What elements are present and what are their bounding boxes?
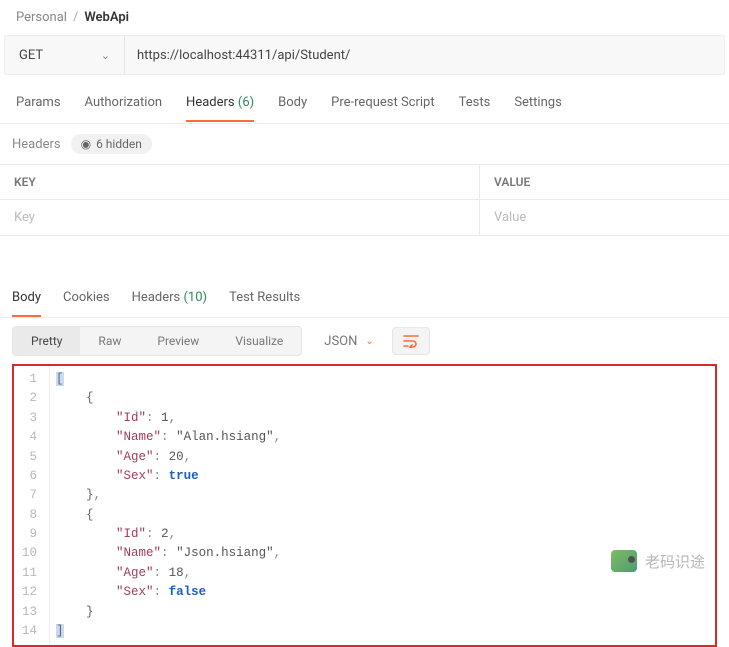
tab-prerequest[interactable]: Pre-request Script <box>331 89 434 122</box>
watermark: 老码识途 <box>611 550 705 572</box>
format-select[interactable]: JSON ⌄ <box>312 328 386 355</box>
request-bar: GET ⌄ https://localhost:44311/api/Studen… <box>4 35 725 75</box>
hidden-count: 6 hidden <box>96 137 142 151</box>
view-visualize[interactable]: Visualize <box>217 327 301 355</box>
tab-headers[interactable]: Headers (6) <box>186 89 254 122</box>
request-tabs: Params Authorization Headers (6) Body Pr… <box>0 89 729 123</box>
resp-tab-headers[interactable]: Headers (10) <box>132 286 207 317</box>
table-row: Key Value <box>0 200 729 236</box>
hidden-headers-toggle[interactable]: ◉ 6 hidden <box>71 134 152 154</box>
view-preview[interactable]: Preview <box>139 327 217 355</box>
method-label: GET <box>19 48 43 63</box>
breadcrumb-sep: / <box>73 10 78 25</box>
method-select[interactable]: GET ⌄ <box>5 36 125 74</box>
response-toolbar: Pretty Raw Preview Visualize JSON ⌄ <box>0 318 729 364</box>
chevron-down-icon: ⌄ <box>101 49 110 62</box>
breadcrumb-current[interactable]: WebApi <box>84 10 129 25</box>
headers-table: KEY VALUE Key Value <box>0 164 729 236</box>
response-body-box: 1234567891011121314 [ { "Id": 1, "Name":… <box>12 364 717 647</box>
view-pretty[interactable]: Pretty <box>13 327 80 355</box>
tab-tests[interactable]: Tests <box>459 89 491 122</box>
headers-label: Headers <box>12 137 61 152</box>
key-input[interactable]: Key <box>0 200 480 235</box>
response-body[interactable]: [ { "Id": 1, "Name": "Alan.hsiang", "Age… <box>50 366 287 645</box>
tab-authorization[interactable]: Authorization <box>85 89 163 122</box>
url-input[interactable]: https://localhost:44311/api/Student/ <box>125 36 724 74</box>
wrap-icon <box>403 334 419 348</box>
tab-headers-count: (6) <box>238 95 254 110</box>
col-value: VALUE <box>480 165 729 199</box>
resp-tab-headers-label: Headers <box>132 290 181 305</box>
tab-settings[interactable]: Settings <box>514 89 561 122</box>
eye-icon: ◉ <box>81 137 91 151</box>
tab-params[interactable]: Params <box>16 89 61 122</box>
tab-headers-label: Headers <box>186 95 235 110</box>
headers-subheader: Headers ◉ 6 hidden <box>0 124 729 164</box>
resp-tab-cookies[interactable]: Cookies <box>63 286 110 317</box>
watermark-text: 老码识途 <box>645 551 705 572</box>
view-raw[interactable]: Raw <box>80 327 139 355</box>
value-input[interactable]: Value <box>480 200 729 235</box>
wrap-lines-button[interactable] <box>392 327 430 355</box>
breadcrumb: Personal / WebApi <box>0 0 729 35</box>
view-mode-tabs: Pretty Raw Preview Visualize <box>12 326 302 356</box>
resp-tab-headers-count: (10) <box>183 290 207 305</box>
tab-body[interactable]: Body <box>278 89 307 122</box>
chevron-down-icon: ⌄ <box>365 336 373 347</box>
resp-tab-testresults[interactable]: Test Results <box>229 286 300 317</box>
breadcrumb-root[interactable]: Personal <box>16 10 67 25</box>
resp-tab-body[interactable]: Body <box>12 286 41 317</box>
table-header-row: KEY VALUE <box>0 165 729 200</box>
wechat-logo-icon <box>611 550 637 572</box>
format-label: JSON <box>324 334 357 349</box>
line-gutter: 1234567891011121314 <box>14 366 50 645</box>
response-tabs: Body Cookies Headers (10) Test Results <box>0 286 729 317</box>
col-key: KEY <box>0 165 480 199</box>
